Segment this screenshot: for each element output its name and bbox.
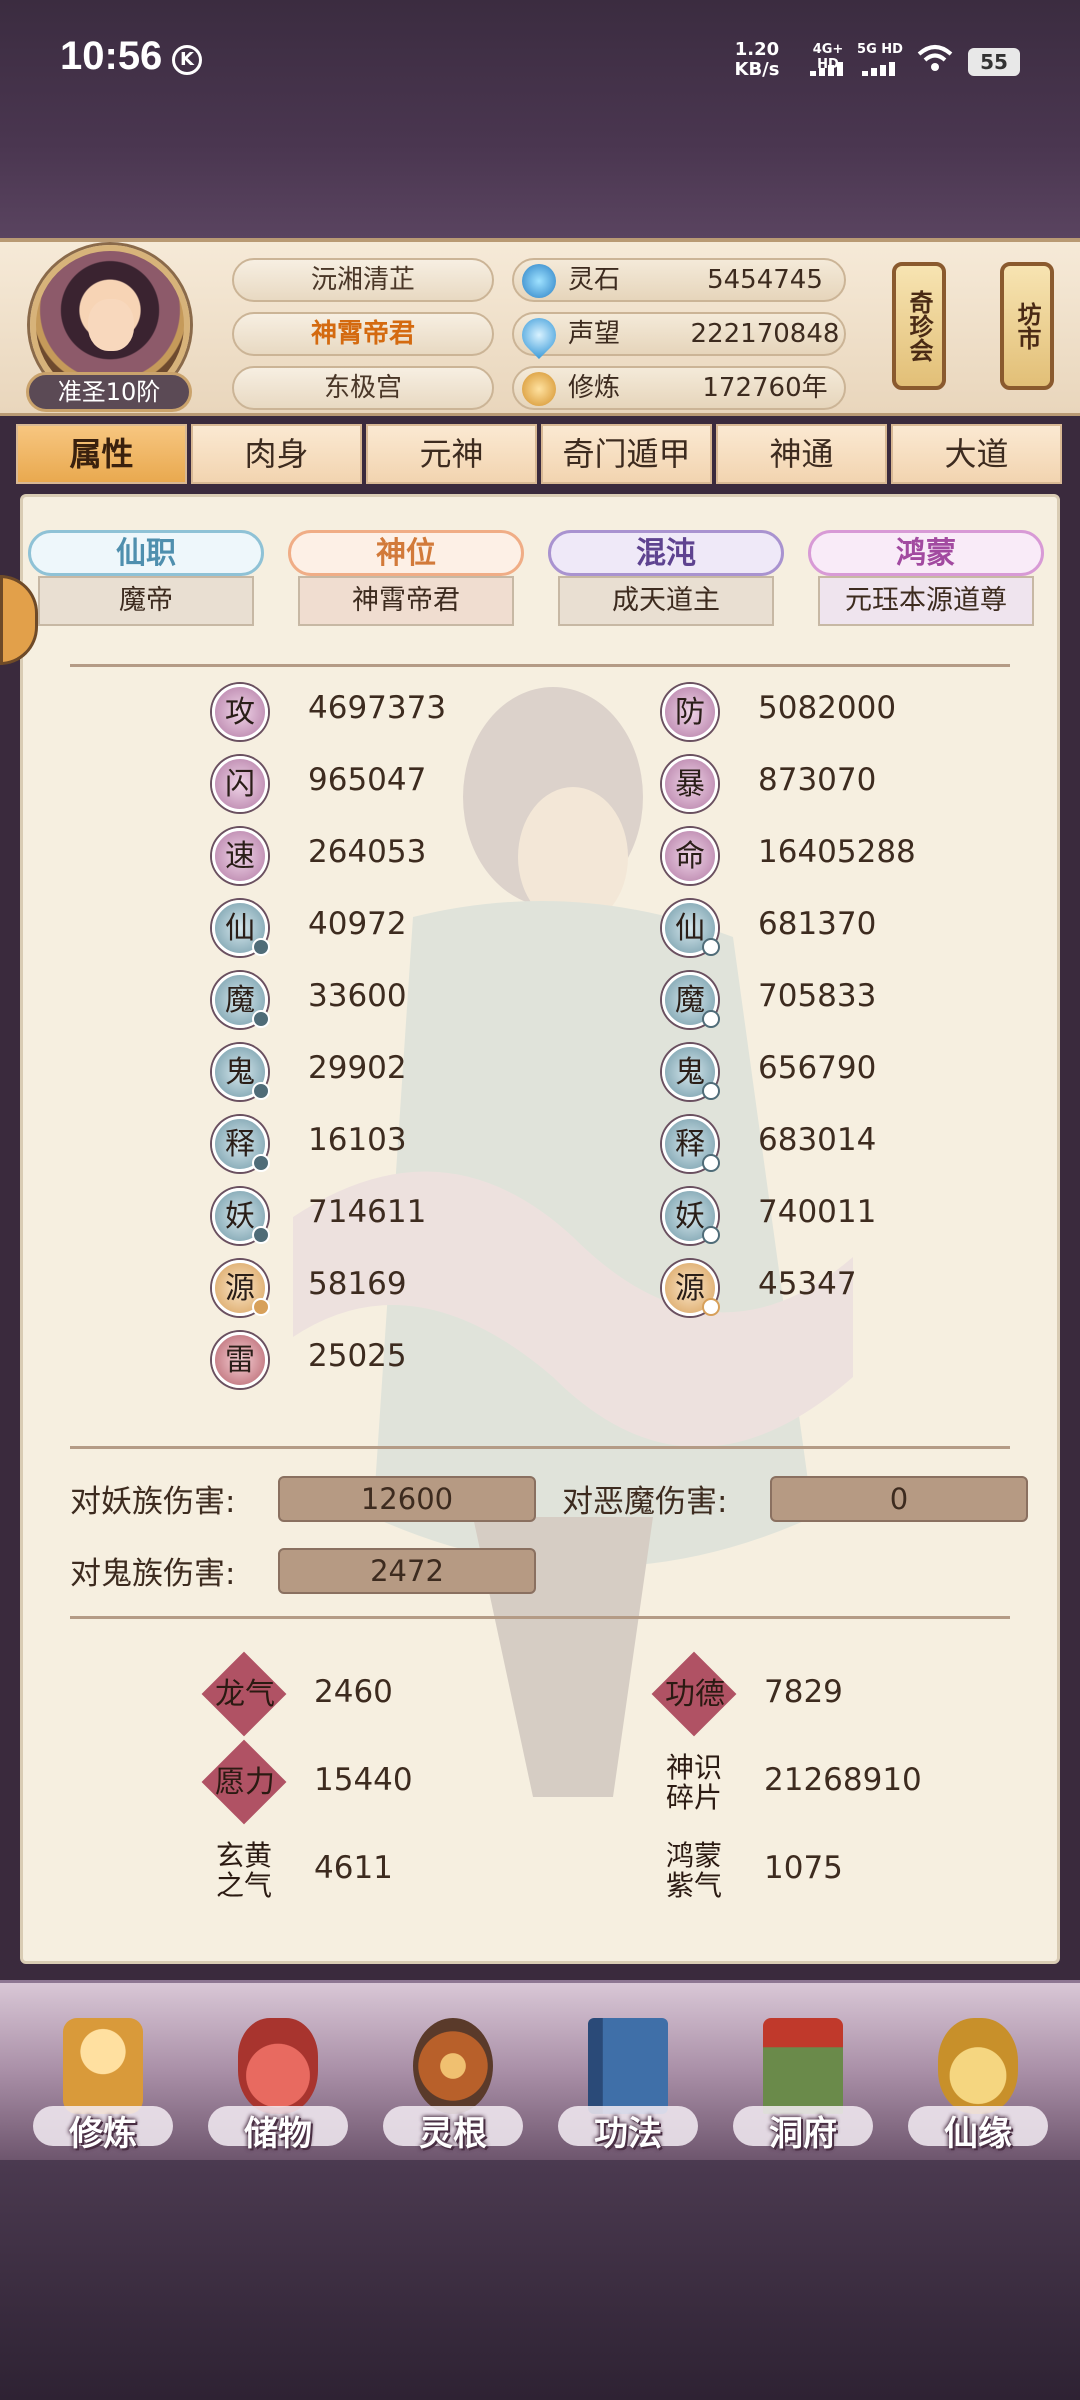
stat-yao-defense: 妖 740011 xyxy=(662,1188,982,1248)
technique-book-icon xyxy=(588,2018,668,2114)
resource-spirit-stone: 灵石 5454745 xyxy=(512,258,846,302)
player-title[interactable]: 神霄帝君 xyxy=(232,312,494,356)
yao-damage-label: 对妖族伤害: xyxy=(70,1484,236,1520)
defense-type-icon xyxy=(702,1298,720,1316)
merit: 功德 7829 xyxy=(651,1651,984,1737)
tab-qimen[interactable]: 奇门遁甲 xyxy=(541,424,712,484)
tab-attributes[interactable]: 属性 xyxy=(16,424,187,484)
stat-yao-attack: 妖 714611 xyxy=(212,1188,512,1248)
yao-damage-value: 12600 xyxy=(278,1476,536,1522)
ghost-damage-value: 2472 xyxy=(278,1548,536,1594)
market-button[interactable]: 坊市 xyxy=(1000,262,1054,390)
tab-body[interactable]: 肉身 xyxy=(191,424,362,484)
stat-crit: 暴 873070 xyxy=(662,756,982,816)
attack-type-icon xyxy=(252,1010,270,1028)
stat-origin-defense: 源 45347 xyxy=(662,1260,982,1320)
defense-type-icon xyxy=(702,1226,720,1244)
nav-storage[interactable]: 储物 xyxy=(203,2018,353,2158)
divider-top xyxy=(70,664,1010,667)
stat-buddha-defense: 释 683014 xyxy=(662,1116,982,1176)
wifi-icon xyxy=(917,44,953,82)
resource-reputation: 声望 222170848 xyxy=(512,310,846,360)
defense-type-icon xyxy=(702,1154,720,1172)
battery-indicator: 55 xyxy=(968,48,1020,76)
defense-type-icon xyxy=(702,1082,720,1100)
rank-tag-chaos[interactable]: 混沌 成天道主 xyxy=(548,530,784,630)
spirit-stone-icon xyxy=(522,264,556,298)
attack-type-icon xyxy=(252,938,270,956)
demon-damage-value: 0 xyxy=(770,1476,1028,1522)
meditation-icon xyxy=(522,372,556,406)
defense-type-icon xyxy=(702,1010,720,1028)
wish-power: 愿力 15440 xyxy=(201,1739,514,1825)
xuanhuang-qi: 玄黄之气 4611 xyxy=(215,1839,393,1902)
divine-sense-fragments: 神识碎片 21268910 xyxy=(665,1751,922,1814)
nav-cave[interactable]: 洞府 xyxy=(728,2018,878,2158)
nav-immortal-fate[interactable]: 仙缘 xyxy=(903,2018,1053,2158)
network-speed: 1.20 KB/s xyxy=(734,39,780,80)
defense-type-icon xyxy=(702,938,720,956)
stat-immortal-defense: 仙 681370 xyxy=(662,900,982,960)
immortal-fate-icon xyxy=(938,2018,1018,2114)
avatar-face xyxy=(88,299,134,351)
storage-bag-icon xyxy=(238,2018,318,2114)
signal-label-2: 5G HD xyxy=(857,42,903,57)
resource-cultivation: 修炼 172760年 xyxy=(512,366,846,410)
dragon-qi: 龙气 2460 xyxy=(201,1651,514,1737)
stat-defense: 防 5082000 xyxy=(662,684,982,744)
status-bar: 10:56 K 1.20 KB/s 4G+ HD 5G HD 55 xyxy=(0,0,1080,120)
stat-demon-defense: 魔 705833 xyxy=(662,972,982,1032)
cultivation-rank-badge: 准圣10阶 xyxy=(26,372,192,412)
bottom-background xyxy=(0,2160,1080,2400)
rank-tag-immortal-post[interactable]: 仙职 魔帝 xyxy=(28,530,264,630)
stat-dodge: 闪 965047 xyxy=(212,756,512,816)
clock: 10:56 xyxy=(60,34,163,78)
stat-ghost-defense: 鬼 656790 xyxy=(662,1044,982,1104)
attack-type-icon xyxy=(252,1226,270,1244)
tab-great-dao[interactable]: 大道 xyxy=(891,424,1062,484)
stat-buddha-attack: 释 16103 xyxy=(212,1116,512,1176)
tab-spirit[interactable]: 元神 xyxy=(366,424,537,484)
signal-bars-1-icon xyxy=(810,62,850,76)
tab-bar: 属性 肉身 元神 奇门遁甲 神通 大道 xyxy=(16,424,1066,484)
stat-hp: 命 16405288 xyxy=(662,828,982,888)
stat-ghost-attack: 鬼 29902 xyxy=(212,1044,512,1104)
divider-middle xyxy=(70,1446,1010,1449)
divider-bottom xyxy=(70,1616,1010,1619)
tab-divine-power[interactable]: 神通 xyxy=(716,424,887,484)
attack-type-icon xyxy=(252,1082,270,1100)
stat-origin-attack: 源 58169 xyxy=(212,1260,512,1320)
stat-attack: 攻 4697373 xyxy=(212,684,512,744)
reputation-drop-icon xyxy=(514,310,564,360)
attack-type-icon xyxy=(252,1154,270,1172)
hongmeng-purple-qi: 鸿蒙紫气 1075 xyxy=(665,1839,843,1902)
cultivation-figure-icon xyxy=(63,2018,143,2114)
signal-bars-2-icon xyxy=(862,62,902,76)
stat-thunder: 雷 25025 xyxy=(212,1332,512,1392)
stat-immortal-attack: 仙 40972 xyxy=(212,900,512,960)
k-notification-icon: K xyxy=(172,45,202,75)
player-name: 沅湘清芷 xyxy=(232,258,494,302)
ghost-damage-label: 对鬼族伤害: xyxy=(70,1556,236,1592)
treasure-fair-button[interactable]: 奇珍会 xyxy=(892,262,946,390)
attack-type-icon xyxy=(252,1298,270,1316)
stat-demon-attack: 魔 33600 xyxy=(212,972,512,1032)
rank-tag-divine-seat[interactable]: 神位 神霄帝君 xyxy=(288,530,524,630)
nav-cultivate[interactable]: 修炼 xyxy=(28,2018,178,2158)
nav-technique[interactable]: 功法 xyxy=(553,2018,703,2158)
spirit-root-icon xyxy=(413,2018,493,2114)
player-sect[interactable]: 东极宫 xyxy=(232,366,494,410)
demon-damage-label: 对恶魔伤害: xyxy=(562,1484,728,1520)
stat-speed: 速 264053 xyxy=(212,828,512,888)
nav-spirit-root[interactable]: 灵根 xyxy=(378,2018,528,2158)
cave-mansion-icon xyxy=(763,2018,843,2114)
rank-tag-hongmeng[interactable]: 鸿蒙 元珏本源道尊 xyxy=(808,530,1044,630)
